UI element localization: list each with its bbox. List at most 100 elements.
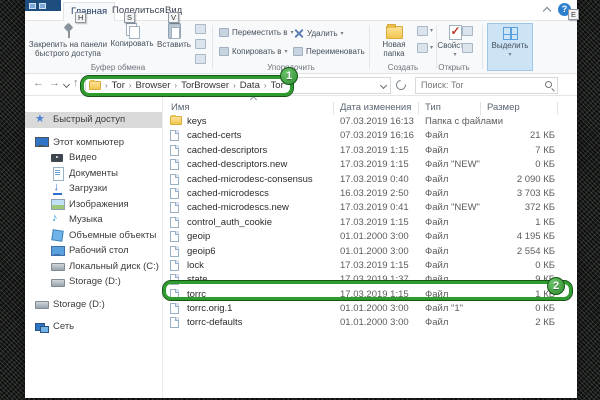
column-header-date[interactable]: Дата изменения bbox=[340, 102, 411, 113]
file-icon bbox=[170, 303, 179, 314]
file-icon bbox=[170, 130, 179, 141]
file-type: Файл "1" bbox=[425, 303, 463, 314]
sidebar-item[interactable]: Быстрый доступ bbox=[25, 112, 162, 128]
back-icon[interactable]: ← bbox=[33, 77, 44, 89]
copy-to-icon bbox=[219, 47, 229, 56]
file-name: cached-microdesc-consensus bbox=[187, 174, 313, 185]
sidebar-item-label: Музыка bbox=[69, 214, 103, 225]
properties-button[interactable]: Свойства ▾ bbox=[427, 23, 483, 59]
file-row[interactable]: torrc.orig.101.01.2000 3:00Файл "1"0 КБ bbox=[165, 302, 563, 316]
column-headers: Имя Дата изменения Тип Размер bbox=[165, 102, 563, 116]
sidebar-item-label: Документы bbox=[69, 168, 118, 179]
quick-access-toolbar-icon[interactable] bbox=[39, 3, 46, 9]
file-row[interactable]: cached-microdescs16.03.2019 2:50Файл3 70… bbox=[165, 187, 563, 201]
paste-label: Вставить bbox=[155, 41, 193, 50]
file-date: 17.03.2019 1:15 bbox=[340, 145, 409, 156]
sidebar-item[interactable]: Видео bbox=[25, 150, 162, 166]
file-row[interactable]: geoip601.01.2000 3:00Файл2 554 КБ bbox=[165, 245, 563, 259]
sidebar-item[interactable]: Storage (D:) bbox=[25, 297, 162, 313]
file-name: cached-certs bbox=[187, 130, 241, 141]
group-label-clipboard: Буфер обмена bbox=[27, 63, 209, 72]
sidebar-item[interactable]: Storage (D:) bbox=[25, 274, 162, 290]
sidebar-item[interactable]: Этот компьютер bbox=[25, 135, 162, 151]
annotation-step-2: 2 bbox=[547, 277, 565, 295]
sidebar-item[interactable]: Объемные объекты bbox=[25, 228, 162, 244]
file-row[interactable]: lock17.03.2019 1:15Файл0 КБ bbox=[165, 259, 563, 273]
sidebar-item[interactable]: Изображения bbox=[25, 197, 162, 213]
collapse-ribbon-icon[interactable] bbox=[543, 7, 551, 15]
column-header-type[interactable]: Тип bbox=[425, 102, 441, 113]
explorer-window: Главная Поделиться Вид H S V ? E Закрепи… bbox=[25, 0, 577, 398]
desktop-icon bbox=[51, 245, 63, 257]
sidebar-item-label: Storage (D:) bbox=[69, 276, 121, 287]
file-row[interactable]: cached-certs07.03.2019 16:16Файл21 КБ bbox=[165, 129, 563, 143]
file-date: 07.03.2019 16:16 bbox=[340, 130, 414, 141]
rename-label: Переименовать bbox=[306, 47, 365, 56]
pin-label-2: быстрого доступа bbox=[27, 50, 109, 59]
new-folder-button[interactable]: Новая папка bbox=[373, 23, 415, 58]
file-row[interactable]: cached-microdesc-consensus17.03.2019 0:4… bbox=[165, 173, 563, 187]
rename-button[interactable]: Переименовать bbox=[293, 47, 365, 56]
file-size: 1 КБ bbox=[465, 217, 555, 228]
sidebar-item-label: Быстрый доступ bbox=[53, 114, 125, 125]
sidebar-item-label: Storage (D:) bbox=[53, 299, 105, 310]
file-icon bbox=[170, 260, 179, 271]
file-row[interactable]: keys07.03.2019 16:13Папка с файлами bbox=[165, 115, 563, 129]
pin-to-quick-access-button[interactable]: Закрепить на панели быстрого доступа bbox=[27, 23, 109, 58]
up-icon[interactable]: ↑ bbox=[73, 77, 79, 89]
sidebar-item-label: Видео bbox=[69, 152, 97, 163]
paste-button[interactable]: Вставить bbox=[155, 23, 193, 50]
file-date: 07.03.2019 16:13 bbox=[340, 116, 414, 127]
column-header-name[interactable]: Имя bbox=[171, 102, 190, 113]
file-row[interactable]: control_auth_cookie17.03.2019 1:15Файл1 … bbox=[165, 216, 563, 230]
edit-icon[interactable] bbox=[462, 26, 473, 36]
refresh-icon[interactable] bbox=[394, 78, 408, 92]
file-type: Файл bbox=[425, 188, 448, 199]
delete-button[interactable]: Удалить ▾ bbox=[293, 28, 344, 39]
download-icon bbox=[51, 183, 63, 195]
move-to-label: Переместить в bbox=[232, 28, 287, 37]
file-icon bbox=[170, 231, 179, 242]
file-size: 0 КБ bbox=[465, 260, 555, 271]
file-name: geoip6 bbox=[187, 246, 216, 257]
sidebar-item[interactable]: Сеть bbox=[25, 319, 162, 335]
history-icon[interactable] bbox=[462, 43, 473, 53]
move-to-button[interactable]: Переместить в ▾ bbox=[219, 28, 294, 37]
recent-locations-icon[interactable] bbox=[63, 81, 70, 88]
file-row[interactable]: cached-descriptors.new17.03.2019 1:15Фай… bbox=[165, 158, 563, 172]
keytip-home: H bbox=[75, 12, 86, 23]
keytip-help: E bbox=[568, 9, 579, 20]
move-to-icon bbox=[219, 28, 229, 37]
sidebar-item[interactable]: Музыка bbox=[25, 212, 162, 228]
sidebar-item-label: Изображения bbox=[69, 199, 129, 210]
disk-icon bbox=[51, 276, 63, 288]
file-date: 01.01.2000 3:00 bbox=[340, 317, 409, 328]
screenshot: { "ribbon": { "tabs": [ { "label": "Глав… bbox=[0, 0, 600, 400]
copy-path-icon[interactable] bbox=[195, 39, 206, 49]
folder-icon bbox=[170, 116, 182, 125]
copy-button[interactable]: Копировать bbox=[109, 23, 155, 49]
file-icon bbox=[170, 145, 179, 156]
file-row[interactable]: cached-microdescs.new17.03.2019 0:41Файл… bbox=[165, 201, 563, 215]
file-size: 0 КБ bbox=[465, 303, 555, 314]
select-button[interactable]: Выделить ▾ bbox=[487, 23, 533, 71]
keytip-share: S bbox=[124, 12, 135, 23]
sidebar-item[interactable]: Загрузки bbox=[25, 181, 162, 197]
file-row[interactable]: geoip01.01.2000 3:00Файл4 195 КБ bbox=[165, 230, 563, 244]
forward-icon[interactable]: → bbox=[49, 77, 60, 89]
star-icon bbox=[35, 114, 47, 126]
search-input[interactable]: Поиск: Tor bbox=[415, 77, 558, 94]
file-date: 01.01.2000 3:00 bbox=[340, 303, 409, 314]
column-header-size[interactable]: Размер bbox=[487, 102, 520, 113]
cut-icon[interactable] bbox=[195, 24, 206, 34]
file-row[interactable]: torrc-defaults01.01.2000 3:00Файл2 КБ bbox=[165, 316, 563, 330]
file-row[interactable]: cached-descriptors17.03.2019 1:15Файл7 К… bbox=[165, 144, 563, 158]
sidebar-item[interactable]: Документы bbox=[25, 166, 162, 182]
address-dropdown-icon[interactable] bbox=[380, 82, 387, 89]
file-type: Файл bbox=[425, 246, 448, 257]
file-name: control_auth_cookie bbox=[187, 217, 272, 228]
rename-icon bbox=[293, 47, 303, 56]
copy-to-button[interactable]: Копировать в ▾ bbox=[219, 47, 288, 56]
sidebar-item[interactable]: Рабочий стол bbox=[25, 243, 162, 259]
sidebar-item[interactable]: Локальный диск (C:) bbox=[25, 259, 162, 275]
